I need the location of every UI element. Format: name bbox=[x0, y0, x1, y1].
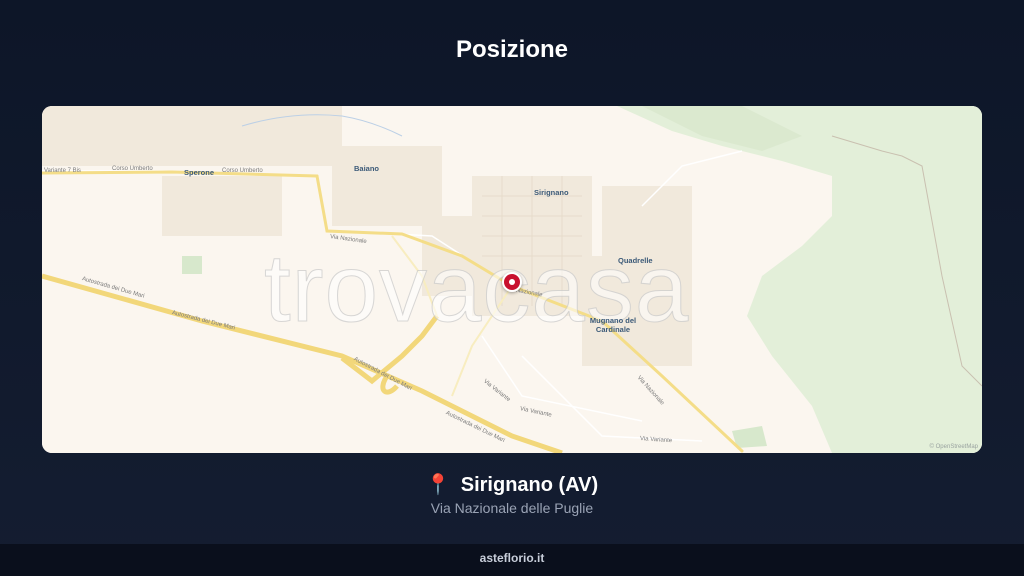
location-heading: 📍 Sirignano (AV) bbox=[0, 472, 1024, 497]
page-title: Posizione bbox=[455, 36, 569, 63]
location-name: Sirignano (AV) bbox=[460, 474, 599, 496]
road-label-corso-1: Corso Umberto bbox=[112, 166, 153, 172]
location-map[interactable]: trovacasa Baiano Sperone Sirignano Quadr… bbox=[42, 106, 982, 453]
place-label-sperone: Sperone bbox=[184, 168, 215, 177]
place-label-baiano: Baiano bbox=[354, 164, 380, 173]
road-label-variante: Variante 7 Bis bbox=[44, 168, 81, 174]
place-label-quadrelle: Quadrelle bbox=[618, 256, 653, 265]
footer-brand[interactable]: asteflorio.it bbox=[480, 551, 545, 565]
map-pin-icon: 📍 bbox=[425, 474, 451, 496]
location-address: Via Nazionale delle Puglie bbox=[430, 500, 594, 516]
road-label-corso-2: Corso Umberto bbox=[222, 168, 263, 174]
map-attribution[interactable]: © OpenStreetMap bbox=[930, 444, 978, 450]
place-label-sirignano: Sirignano bbox=[534, 188, 569, 197]
place-label-mugnano: Mugnano del Cardinale bbox=[589, 316, 637, 334]
footer-bar: asteflorio.it bbox=[0, 544, 1024, 576]
location-marker[interactable] bbox=[502, 272, 522, 292]
